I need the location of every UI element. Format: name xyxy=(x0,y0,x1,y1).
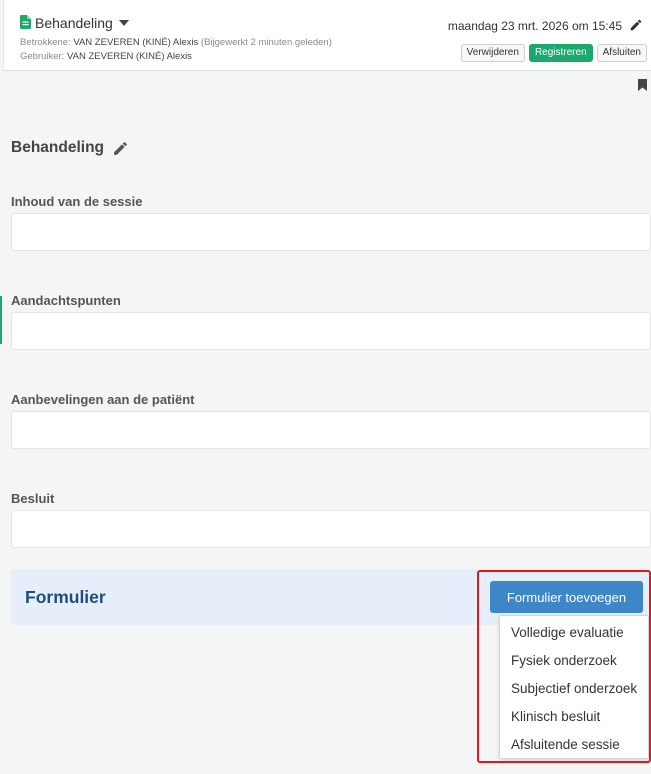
register-button[interactable]: Registreren xyxy=(528,44,593,62)
field-label-aanbevelingen: Aanbevelingen aan de patiënt xyxy=(11,392,195,407)
betrokkene-name: VAN ZEVEREN (KINÉ) Alexis xyxy=(73,37,199,48)
header-actions: Verwijderen Registreren Afsluiten xyxy=(460,44,647,62)
close-button[interactable]: Afsluiten xyxy=(596,44,647,62)
menu-item-subjectief-onderzoek[interactable]: Subjectief onderzoek xyxy=(500,675,648,703)
field-input-aandachtspunten[interactable] xyxy=(11,312,651,350)
betrokkene-note: (Bijgewerkt 2 minuten geleden) xyxy=(200,37,332,48)
field-input-aanbevelingen[interactable] xyxy=(11,411,651,449)
left-accent-bar xyxy=(0,296,2,344)
section-header: Behandeling xyxy=(11,139,129,157)
gebruiker-line: Gebruiker: VAN ZEVEREN (KINÉ) Alexis xyxy=(20,51,192,62)
field-label-inhoud: Inhoud van de sessie xyxy=(11,194,143,209)
form-panel-title: Formulier xyxy=(25,587,106,607)
record-title: Behandeling xyxy=(35,15,113,31)
menu-item-klinisch-besluit[interactable]: Klinisch besluit xyxy=(500,703,648,731)
menu-item-fysiek-onderzoek[interactable]: Fysiek onderzoek xyxy=(500,647,648,675)
delete-button[interactable]: Verwijderen xyxy=(460,44,525,62)
menu-item-afsluitende-sessie[interactable]: Afsluitende sessie xyxy=(500,731,648,759)
bookmark-icon[interactable] xyxy=(638,79,647,91)
caret-down-icon xyxy=(118,20,129,26)
betrokkene-line: Betrokkene: VAN ZEVEREN (KINÉ) Alexis (B… xyxy=(20,37,332,48)
betrokkene-label: Betrokkene: xyxy=(20,37,71,48)
add-form-menu: Volledige evaluatie Fysiek onderzoek Sub… xyxy=(499,615,649,759)
field-input-inhoud[interactable] xyxy=(11,213,651,251)
field-label-besluit: Besluit xyxy=(11,491,55,506)
section-title: Behandeling xyxy=(11,139,105,156)
add-form-button[interactable]: Formulier toevoegen xyxy=(490,581,643,613)
document-icon xyxy=(20,15,31,29)
field-input-besluit[interactable] xyxy=(11,510,651,548)
gebruiker-label: Gebruiker: xyxy=(20,51,65,62)
pencil-icon[interactable] xyxy=(629,18,643,32)
record-header: Behandeling Betrokkene: VAN ZEVEREN (KIN… xyxy=(3,0,651,71)
record-type-dropdown[interactable]: Behandeling xyxy=(35,15,129,31)
field-label-aandachtspunten: Aandachtspunten xyxy=(11,293,121,308)
pencil-icon[interactable] xyxy=(112,140,129,157)
gebruiker-name: VAN ZEVEREN (KINÉ) Alexis xyxy=(67,51,192,62)
menu-item-volledige-evaluatie[interactable]: Volledige evaluatie xyxy=(500,619,648,647)
record-datetime: maandag 23 mrt. 2026 om 15:45 xyxy=(447,19,622,33)
